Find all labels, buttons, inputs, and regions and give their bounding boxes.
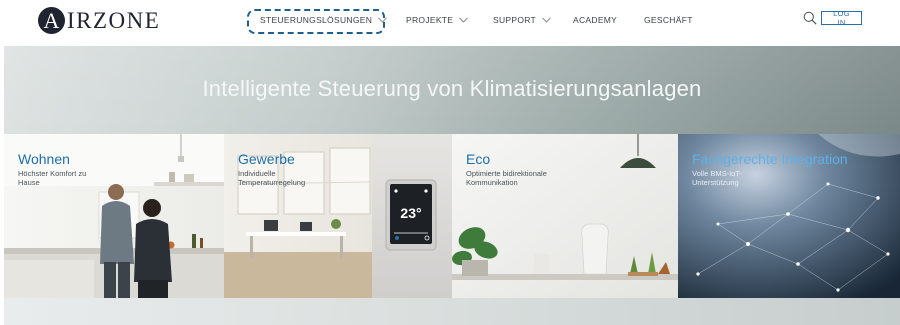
card-subtitle: Optimierte bidirektionale Kommunikation <box>466 169 547 187</box>
chevron-down-icon <box>459 17 469 23</box>
nav-item-label: ACADEMY <box>573 15 618 25</box>
card-subtitle: Volle BMS-IoT- Unterstützung <box>692 169 743 187</box>
nav-item-label: STEUERUNGSLÖSUNGEN <box>260 15 373 25</box>
chevron-down-icon <box>378 17 387 23</box>
card-gewerbe[interactable]: 23° Gewerbe Individuelle Temperaturregel… <box>224 134 452 298</box>
card-text: Eco Optimierte bidirektionale Kommunikat… <box>466 151 566 188</box>
nav-item-label: GESCHÄFT <box>644 15 693 25</box>
nav-item-geschaeft[interactable]: GESCHÄFT <box>644 13 693 27</box>
card-title: Eco <box>466 151 491 167</box>
hero-banner: Intelligente Steuerung von Klimatisierun… <box>4 46 900 325</box>
nav-item-projekte[interactable]: PROJEKTE <box>406 13 469 27</box>
card-wohnen[interactable]: Wohnen Höchster Komfort zu Hause <box>4 134 224 298</box>
card-title: Gewerbe <box>238 151 295 167</box>
hero-title: Intelligente Steuerung von Klimatisierun… <box>202 76 702 101</box>
main-nav: STEUERUNGSLÖSUNGEN PROJEKTE SUPPORT ACAD… <box>0 0 900 40</box>
search-icon[interactable] <box>803 11 817 25</box>
card-fachgerechte-integration[interactable]: Fachgerechte Integration Volle BMS-IoT- … <box>678 134 900 298</box>
card-subtitle: Höchster Komfort zu Hause <box>18 169 87 187</box>
thermostat-temperature: 23° <box>400 205 421 221</box>
card-text: Wohnen Höchster Komfort zu Hause <box>18 151 118 188</box>
chevron-down-icon <box>542 17 551 23</box>
nav-item-steuerungsloesungen[interactable]: STEUERUNGSLÖSUNGEN <box>260 13 387 27</box>
card-text: Gewerbe Individuelle Temperaturregelung <box>238 151 338 188</box>
nav-item-label: PROJEKTE <box>406 15 454 25</box>
nav-item-label: SUPPORT <box>493 15 537 25</box>
card-title: Wohnen <box>18 151 70 167</box>
page: A IRZONE STEUERUNGSLÖSUNGEN PROJEKTE SUP… <box>0 0 900 325</box>
nav-item-academy[interactable]: ACADEMY <box>573 13 617 27</box>
nav-item-support[interactable]: SUPPORT <box>493 13 551 27</box>
card-subtitle: Individuelle Temperaturregelung <box>238 169 306 187</box>
card-text: Fachgerechte Integration Volle BMS-IoT- … <box>692 151 848 188</box>
card-eco[interactable]: Eco Optimierte bidirektionale Kommunikat… <box>452 134 678 298</box>
login-button[interactable]: LOG IN <box>821 9 862 27</box>
site-header: A IRZONE STEUERUNGSLÖSUNGEN PROJEKTE SUP… <box>0 0 900 46</box>
hero-bottom-strip <box>4 298 900 325</box>
card-title: Fachgerechte Integration <box>692 151 848 167</box>
